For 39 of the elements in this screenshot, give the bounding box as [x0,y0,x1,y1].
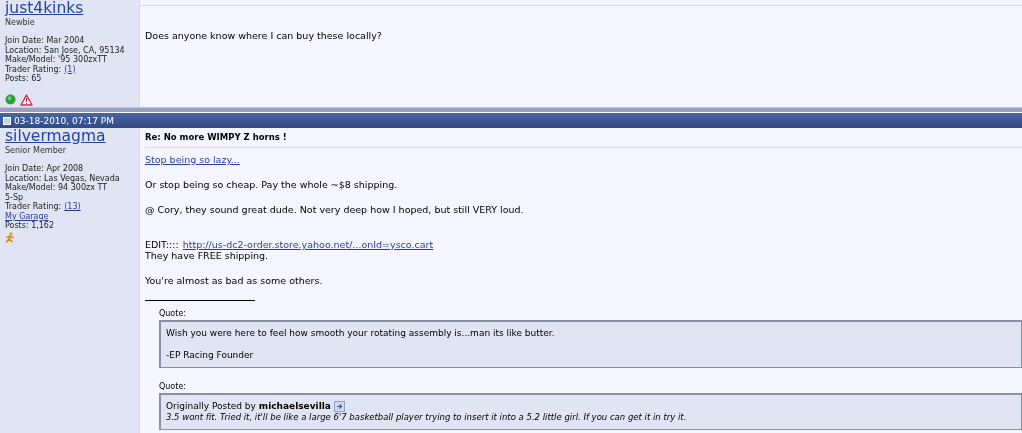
running-figure-icon [5,231,15,243]
post-date: 03-18-2010, 07:17 PM [14,115,114,126]
garage-link[interactable]: My Garage [5,211,49,221]
trader-rating-label: Trader Rating: [5,64,62,74]
view-post-icon[interactable] [333,401,345,412]
quote-byline: Originally Posted by michaelsevilla [166,401,331,412]
user-detail: Location: San Jose, CA, 95134 [5,45,125,55]
edit-label: EDIT:::: [145,239,179,250]
post-text: @ Cory, they sound great dude. Not very deep how I hoped, but still VERY loud. [145,204,525,215]
quote-text: 3.5 wont fit. Tried it, it'll be like a large 6'7 basketball player trying to insert it into a 5.2 little girl. If you can get it in try it. [166,412,688,423]
quote-label: Quote: [159,309,187,318]
store-link[interactable]: http://us-dc2-order.store.yahoo.net/...onId=ysco.cart [182,239,434,250]
post-text: Or stop being so cheap. Pay the whole ~$8 shipping. [145,179,399,190]
online-status-icon [5,94,16,105]
quote-label: Quote: [159,382,187,391]
warning-icon[interactable] [20,93,33,106]
post-link[interactable]: Stop being so lazy... [145,154,240,165]
trader-rating-label: Trader Rating: [5,202,62,212]
username-link[interactable]: silvermagma [5,128,106,145]
quote-text: Wish you were here to feel how smooth your rotating assembly is...man its like butter. [166,328,556,339]
user-rank: Senior Member [5,146,66,155]
user-rank: Newbie [5,18,35,27]
username-link[interactable]: just4kinks [5,0,84,17]
user-detail: Location: Las Vegas, Nevada [5,173,120,183]
post-text: They have FREE shipping. [145,250,270,261]
quote-text: -EP Racing Founder [166,350,255,361]
post-icon [3,116,11,125]
user-detail: 5-Sp [5,192,24,202]
post-title: Re: No more WIMPY Z horns ! [145,132,1022,148]
user-detail: Make/Model: 94 300zx TT [5,183,109,193]
user-detail: Join Date: Mar 2004 [5,36,86,46]
trader-rating-link[interactable]: (1) [64,64,76,74]
user-detail: Join Date: Apr 2008 [5,164,85,174]
post-text: Does anyone know where I can buy these locally? [145,30,383,41]
user-detail: Posts: 65 [5,74,42,84]
post-text: You're almost as bad as some others. [145,275,324,286]
user-detail: Make/Model: '95 300zxTT [5,55,108,65]
trader-rating-link[interactable]: (13) [64,202,81,212]
user-detail: Posts: 1,162 [5,221,56,231]
